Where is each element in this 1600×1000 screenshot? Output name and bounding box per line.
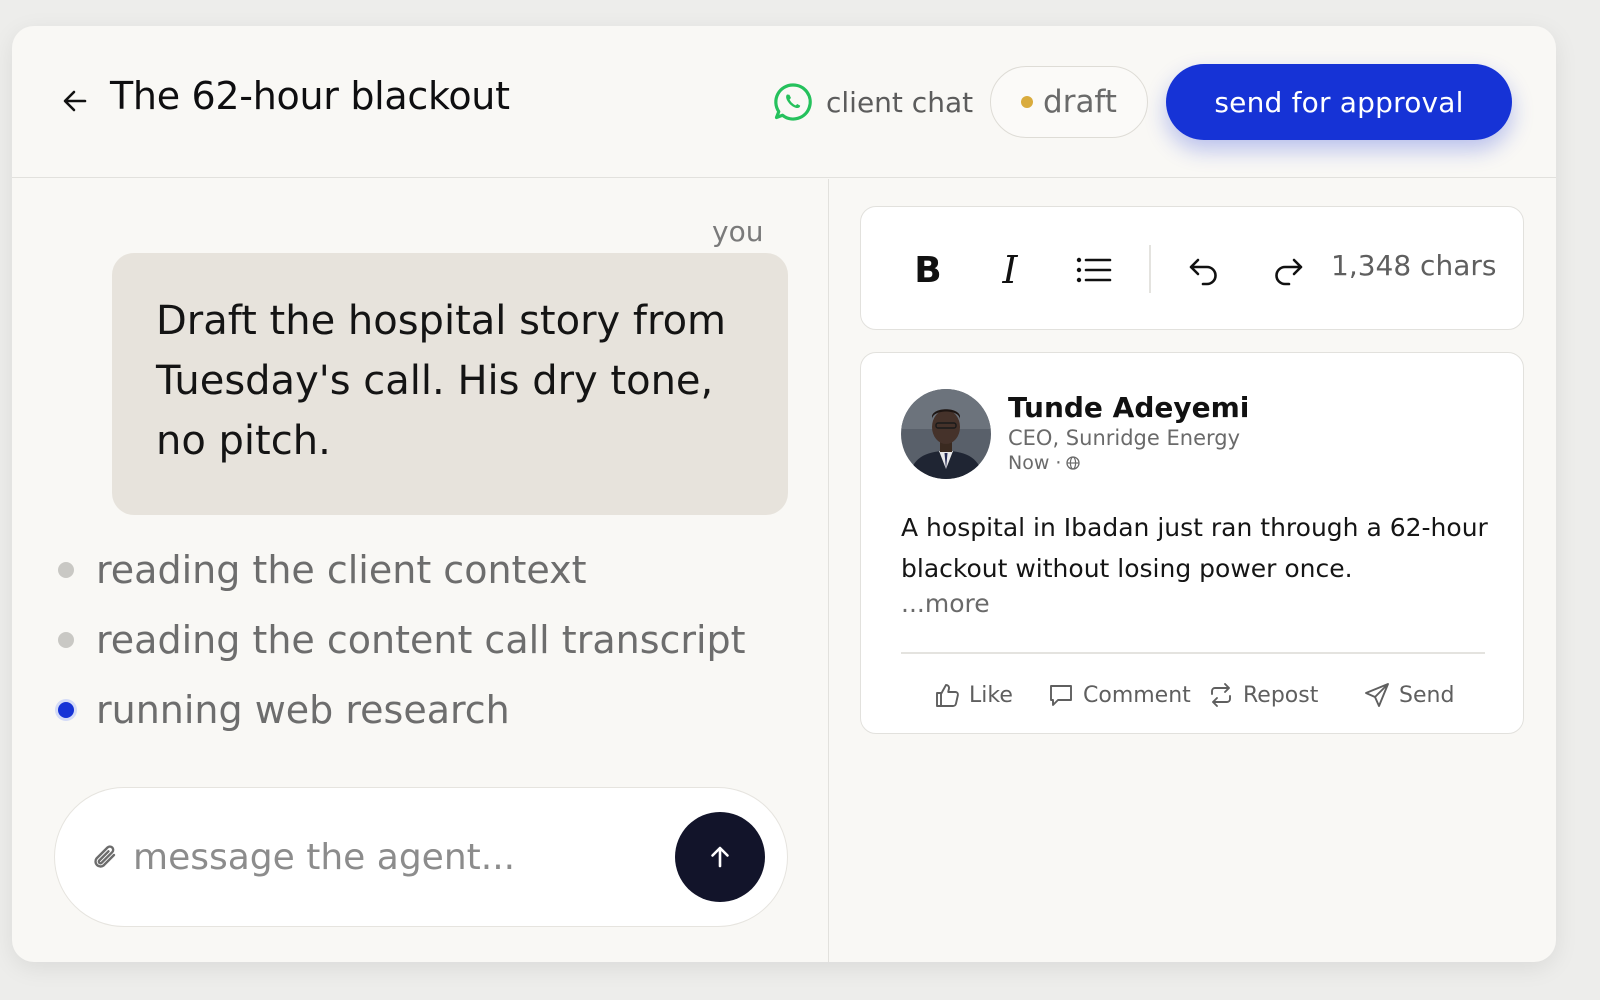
header-bar: The 62-hour blackout client chat draft s… [12,26,1556,178]
bold-button[interactable]: B [905,247,951,293]
channel-indicator: client chat [772,82,973,122]
step-done-dot [58,632,74,648]
redo-button[interactable] [1265,247,1311,293]
post-divider [901,652,1485,654]
agent-step: reading the content call transcript [56,605,746,675]
arrow-left-icon [63,90,87,112]
like-label: Like [969,682,1013,708]
paperclip-icon [94,845,116,868]
step-done-dot [58,562,74,578]
editor-toolbar: B I 1,348 chars [860,206,1524,330]
whatsapp-icon [774,83,812,121]
step-label: reading the client context [96,548,587,592]
step-label: running web research [96,688,510,732]
agent-steps-list: reading the client context reading the c… [56,535,746,745]
agent-chat-pane: you Draft the hospital story from Tuesda… [12,179,828,962]
pane-divider [828,179,829,962]
author-role: CEO, Sunridge Energy [1008,426,1241,450]
repost-icon [1211,683,1231,707]
user-message-bubble: Draft the hospital story from Tuesday's … [112,253,788,515]
post-time: Now · [1008,452,1062,474]
redo-icon [1275,258,1303,286]
sender-label: you [712,215,764,248]
bold-icon: B [914,249,942,291]
see-more-link[interactable]: ...more [901,589,990,618]
send-plane-icon [1365,683,1389,707]
back-button[interactable] [58,84,92,118]
repost-label: Repost [1243,682,1319,708]
message-input[interactable] [133,826,653,888]
post-body: A hospital in Ibadan just ran through a … [901,513,1488,583]
undo-button[interactable] [1181,247,1227,293]
repost-button[interactable]: Repost [1207,675,1318,715]
comment-button[interactable]: Comment [1047,675,1191,715]
channel-label: client chat [826,85,974,119]
post-preview-card: Tunde Adeyemi CEO, Sunridge Energy Now ·… [860,352,1524,734]
agent-step: running web research [56,675,746,745]
post-meta: Now · [1008,452,1081,474]
toolbar-separator [1149,245,1151,293]
bullet-list-icon [1076,257,1112,283]
italic-button[interactable]: I [987,247,1033,293]
avatar [901,389,991,479]
comment-label: Comment [1083,682,1191,708]
page-title: The 62-hour blackout [110,74,510,118]
thumbs-up-icon [936,684,959,707]
like-button[interactable]: Like [933,675,1013,715]
author-name: Tunde Adeyemi [1008,391,1250,424]
undo-icon [1189,258,1217,286]
status-dot [1021,96,1034,108]
arrow-up-icon [711,846,729,868]
italic-icon: I [1002,248,1018,292]
send-message-button[interactable] [675,812,765,902]
agent-step: reading the client context [56,535,746,605]
step-label: reading the content call transcript [96,618,746,662]
send-label: Send [1399,682,1455,708]
character-count: 1,348 chars [1331,249,1497,282]
status-badge[interactable]: draft [990,66,1148,138]
bullet-list-button[interactable] [1071,247,1117,293]
send-post-button[interactable]: Send [1363,675,1454,715]
attach-button[interactable] [87,840,123,876]
app-window: The 62-hour blackout client chat draft s… [12,26,1556,962]
comment-icon [1050,685,1072,706]
status-label: draft [1043,84,1117,120]
send-for-approval-button[interactable]: send for approval [1166,64,1512,140]
message-composer [54,787,788,927]
globe-icon [1066,456,1081,470]
step-active-dot [58,702,74,718]
